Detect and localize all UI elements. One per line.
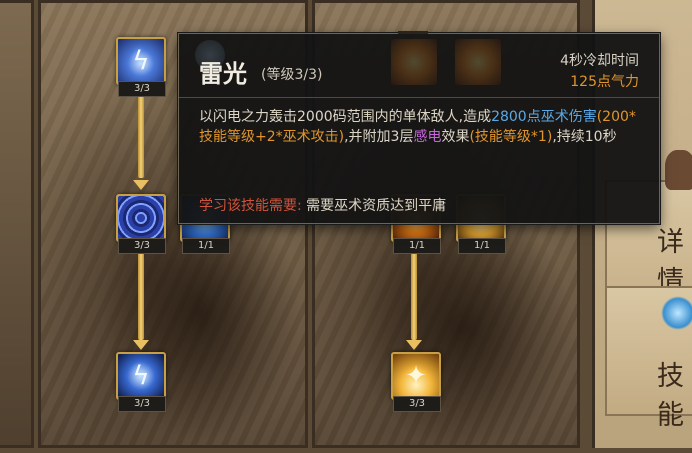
connector-line xyxy=(138,250,144,340)
skill-node-thunder-light[interactable]: ϟ 3/3 xyxy=(116,37,166,99)
desc-damage: 2800点巫术伤害 xyxy=(491,109,597,125)
desc-stack-formula: (技能等级*1) xyxy=(469,129,553,145)
skill-node-vortex[interactable]: 3/3 xyxy=(116,194,166,256)
skill-requirement: 学习该技能需要: 需要巫术资质达到平庸 xyxy=(199,195,446,215)
skill-cost: 125点气力 xyxy=(570,74,639,90)
skill-level-count: 1/1 xyxy=(182,238,230,254)
skill-node-lightning-bolt[interactable]: ϟ 3/3 xyxy=(116,352,166,414)
faint-skill-icon xyxy=(391,39,437,85)
tab-skills[interactable]: 技能 xyxy=(605,286,692,431)
tab-skills-label: 技能 xyxy=(657,361,684,431)
connector-line xyxy=(138,88,144,178)
connector-arrow-icon xyxy=(133,340,149,350)
skill-name: 雷光 xyxy=(199,60,247,88)
desc-text: 以闪电之力轰击2000码范围内的单体敌人,造成 xyxy=(199,109,492,125)
skill-node-holy-light[interactable]: ✦ 3/3 xyxy=(391,352,441,414)
faint-count-bar xyxy=(398,31,428,34)
skill-tooltip: 雷光 (等级3/3) 4秒冷却时间 125点气力 以闪电之力轰击2000码范围内… xyxy=(178,33,660,224)
desc-text: 效果 xyxy=(441,129,470,145)
skill-level-count: 3/3 xyxy=(118,81,166,97)
skill-cooldown: 4秒冷却时间 xyxy=(560,53,639,69)
connector-arrow-icon xyxy=(406,340,422,350)
lightning-bolt-icon: ϟ xyxy=(116,352,166,400)
skill-level-count: 3/3 xyxy=(118,238,166,254)
tooltip-divider xyxy=(179,97,659,98)
skill-level-count: 1/1 xyxy=(458,238,506,254)
faint-skill-icon xyxy=(455,39,501,85)
requirement-label: 学习该技能需要: xyxy=(199,198,302,214)
skill-book-icon xyxy=(661,296,692,330)
character-portrait xyxy=(665,150,692,190)
vortex-icon xyxy=(116,194,166,242)
skill-level: (等级3/3) xyxy=(261,67,323,83)
desc-text: ,并附加3层 xyxy=(344,129,414,145)
lightning-swirl-icon: ϟ xyxy=(116,37,166,85)
desc-status-effect: 感电 xyxy=(413,129,442,145)
holy-light-icon: ✦ xyxy=(391,352,441,400)
skill-level-count: 1/1 xyxy=(393,238,441,254)
skill-level-count: 3/3 xyxy=(118,396,166,412)
connector-arrow-icon xyxy=(133,180,149,190)
skill-description: 以闪电之力轰击2000码范围内的单体敌人,造成2800点巫术伤害(200*技能等… xyxy=(199,107,644,147)
skill-level-count: 3/3 xyxy=(393,396,441,412)
desc-text: ,持续10秒 xyxy=(552,129,617,145)
connector-line xyxy=(411,250,417,340)
requirement-text: 需要巫术资质达到平庸 xyxy=(306,198,447,214)
background-panel-edge xyxy=(0,0,34,448)
